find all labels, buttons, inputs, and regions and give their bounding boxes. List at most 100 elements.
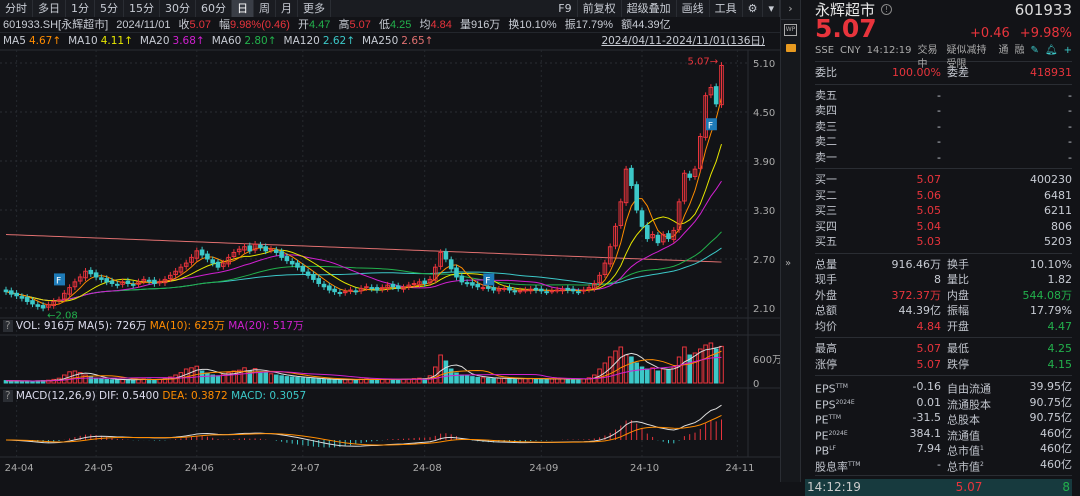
period-tab[interactable]: 月 xyxy=(276,0,298,17)
candle xyxy=(337,291,343,294)
level-label: 卖五 xyxy=(815,88,837,102)
candle xyxy=(374,287,380,291)
stat-row: 现手 8 量比 1.82 xyxy=(815,272,1072,288)
dropdown-icon[interactable]: ▾ xyxy=(763,0,780,17)
toolbar-button[interactable]: F9 xyxy=(553,0,578,17)
level-label: 买四 xyxy=(815,219,837,233)
stat-row: 总量 916.46万 换手 10.10% xyxy=(815,257,1072,273)
toolbar-button[interactable]: 画线 xyxy=(677,0,710,17)
stat-value: 44.39亿 xyxy=(898,304,942,317)
stat-label: 开盘 xyxy=(947,319,969,333)
f-marker-icon: F xyxy=(485,276,490,286)
plus-icon[interactable]: + xyxy=(1064,44,1072,58)
double-chevron-icon[interactable]: » xyxy=(785,258,791,269)
turnover-label: 换 xyxy=(508,19,520,31)
chevron-right-icon[interactable]: › xyxy=(781,0,800,20)
fund-sup: TTM xyxy=(835,383,848,390)
level-volume: - xyxy=(1068,104,1072,117)
volume-bar xyxy=(258,371,263,384)
help-icon[interactable]: ? xyxy=(3,390,13,402)
price-chart[interactable]: 5.10 4.50 3.90 3.30 2.70 2.10 24-04 24-05 24-06 2… xyxy=(0,0,780,482)
volume-bar xyxy=(183,368,189,384)
volume-bar xyxy=(72,370,78,384)
vol-ma5: MA(5): 726万 xyxy=(77,320,147,332)
period-tab[interactable]: 更多 xyxy=(298,0,331,17)
vol-ma20: MA(20): 517万 xyxy=(228,320,304,332)
candle xyxy=(576,291,581,294)
volume-bar xyxy=(327,379,332,384)
stat-row: 外盘 372.37万 内盘 544.08万 xyxy=(815,288,1072,304)
period-tab[interactable]: 日 xyxy=(232,0,254,17)
volume-bar xyxy=(459,374,465,384)
toolbar-button[interactable]: 工具 xyxy=(710,0,743,17)
help-icon[interactable]: ? xyxy=(3,320,13,332)
order-book-row: 买二 5.06 6481 xyxy=(815,188,1072,204)
gear-icon[interactable]: ⚙ xyxy=(743,0,764,17)
level-volume: 806 xyxy=(1051,219,1072,233)
period-tab[interactable]: 30分 xyxy=(160,0,196,17)
candle xyxy=(3,289,9,293)
weibi-value: 100.00% xyxy=(892,66,941,79)
level-price: 5.07 xyxy=(916,173,942,186)
stat-row: 最高 5.07 最低 4.25 xyxy=(815,341,1072,357)
stat-row: 均价 4.84 开盘 4.47 xyxy=(815,319,1072,335)
volume-bar xyxy=(242,367,247,384)
volume-bar xyxy=(332,379,337,384)
candle xyxy=(395,285,401,289)
candle xyxy=(130,283,136,286)
volume-bar xyxy=(231,370,237,384)
toolbar-button[interactable]: 前复权 xyxy=(578,0,622,17)
fund-value: 460亿 xyxy=(1040,457,1072,471)
candle xyxy=(289,260,295,265)
edit-icon[interactable]: ✎ xyxy=(1031,44,1039,58)
period-tab[interactable]: 周 xyxy=(254,0,276,17)
level-volume: - xyxy=(1068,135,1072,148)
volume-bar xyxy=(130,379,136,384)
stat-value: 916.46万 xyxy=(891,257,942,271)
candle xyxy=(99,277,104,280)
level-price: - xyxy=(937,150,941,164)
level-price: - xyxy=(937,135,941,148)
volume-bar xyxy=(554,378,560,384)
fund-sup: 2 xyxy=(980,460,984,468)
stat-value: 4.25 xyxy=(1047,342,1073,355)
meta-item: SSE xyxy=(815,45,835,56)
candle xyxy=(215,261,221,268)
candle xyxy=(411,283,417,285)
period-tab[interactable]: 1分 xyxy=(66,0,95,17)
candle xyxy=(353,290,359,293)
candle xyxy=(570,288,576,292)
info-icon[interactable]: ! xyxy=(881,4,893,15)
macd-dif: DIF: 0.5400 xyxy=(99,390,160,402)
candle xyxy=(549,290,555,293)
bell-icon[interactable]: 🔔︎ xyxy=(1045,44,1058,58)
period-tab[interactable]: 60分 xyxy=(196,0,232,17)
fund-value: - xyxy=(937,457,941,471)
stat-label: 外盘 xyxy=(815,288,837,302)
volume-bar xyxy=(93,377,99,384)
unlock-icon[interactable] xyxy=(786,44,796,52)
order-book-row: 卖四 - - xyxy=(815,103,1072,119)
period-tab[interactable]: 多日 xyxy=(33,0,66,17)
period-tab[interactable]: 分时 xyxy=(0,0,33,17)
candle xyxy=(666,233,671,240)
fund-value: 384.1 xyxy=(909,426,942,440)
stat-label: 均价 xyxy=(815,319,837,333)
candle xyxy=(507,287,512,291)
date-range-selector[interactable]: 2024/04/11-2024/11/01(136日) xyxy=(601,33,765,49)
candle xyxy=(157,281,162,284)
macd-title: MACD(12,26,9) xyxy=(15,390,96,402)
ma-value: 3.68↑ xyxy=(172,35,205,47)
fund-label: 总市值 xyxy=(947,460,980,474)
meta-item: 融 xyxy=(1014,45,1025,56)
wp-monitor-icon[interactable]: WP xyxy=(784,24,797,36)
candle xyxy=(581,289,587,292)
weicha-value: 418931 xyxy=(1030,66,1072,79)
candle xyxy=(9,290,14,295)
period-tab[interactable]: 5分 xyxy=(95,0,124,17)
period-tab[interactable]: 15分 xyxy=(124,0,160,17)
turnover-value: 10.10% xyxy=(519,19,557,31)
toolbar-button[interactable]: 超级叠加 xyxy=(622,0,677,17)
volume-bar xyxy=(289,376,295,384)
candle xyxy=(480,287,486,290)
